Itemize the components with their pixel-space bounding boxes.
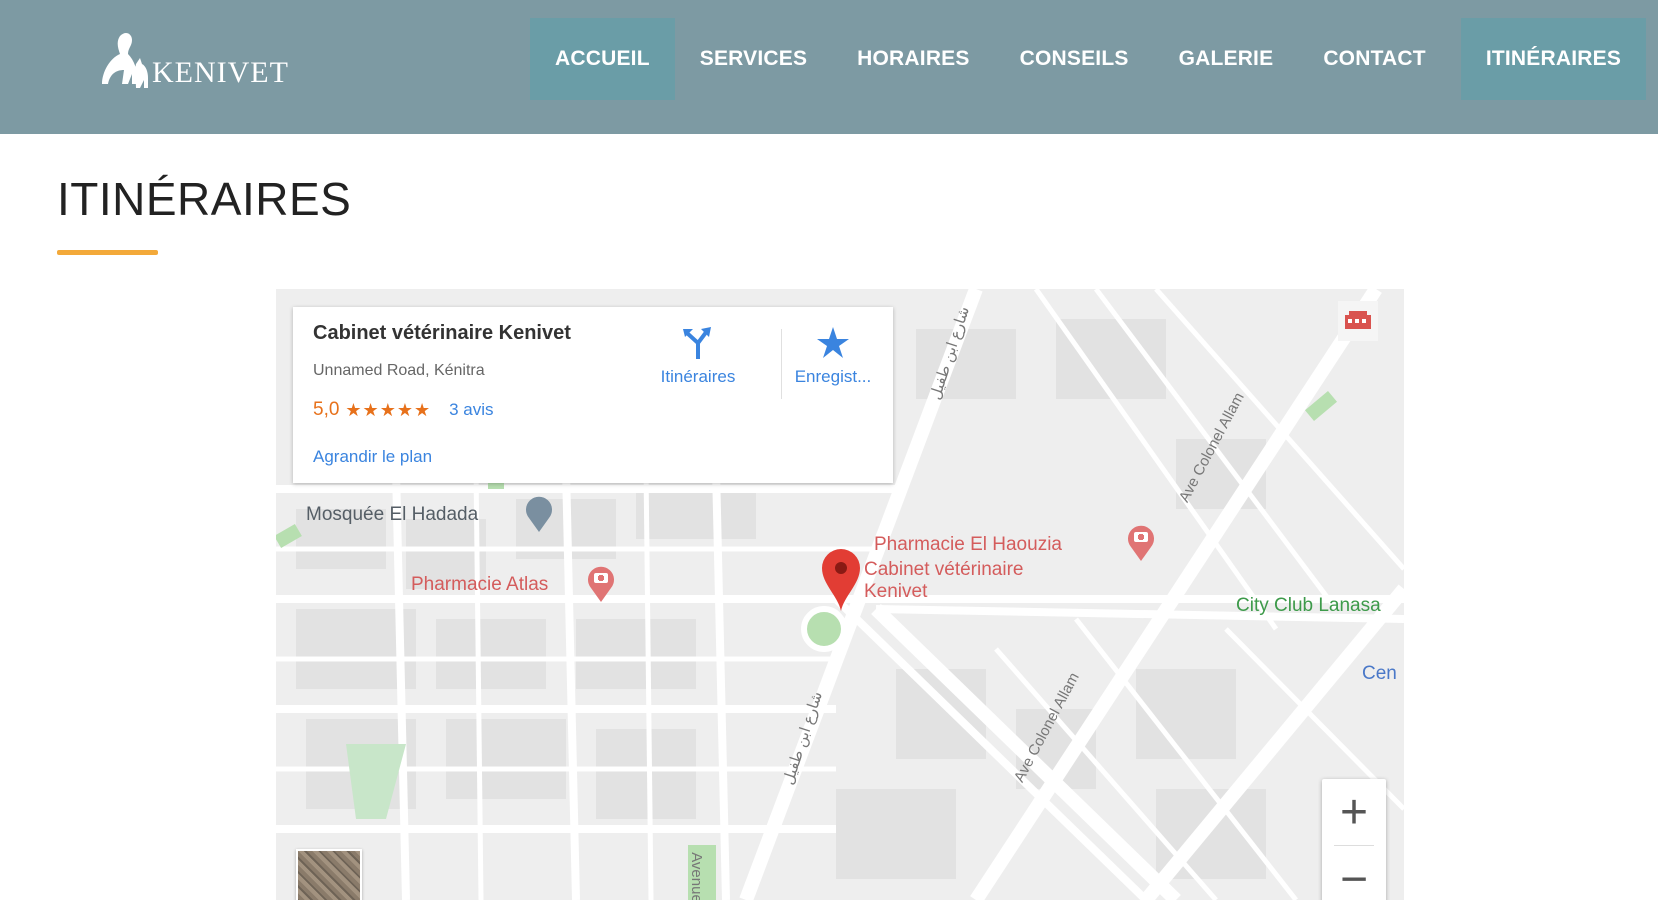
reviews-link[interactable]: 3 avis (449, 400, 493, 420)
rating-value: 5,0 (313, 399, 340, 420)
mosque-label[interactable]: Mosquée El Hadada (306, 504, 478, 526)
site-header: KENIVET ACCUEIL SERVICES HORAIRES CONSEI… (0, 0, 1658, 134)
title-underline (57, 250, 158, 255)
nav-contact[interactable]: CONTACT (1298, 18, 1451, 100)
main-nav: ACCUEIL SERVICES HORAIRES CONSEILS GALER… (530, 18, 1647, 100)
site-logo[interactable]: KENIVET (90, 30, 289, 94)
place-info-card: Cabinet vétérinaire Kenivet Unnamed Road… (293, 307, 893, 483)
zoom-out-button[interactable]: − (1322, 846, 1386, 900)
zoom-in-button[interactable]: + (1322, 779, 1386, 845)
nav-conseils[interactable]: CONSEILS (995, 18, 1154, 100)
nav-itineraires[interactable]: ITINÉRAIRES (1460, 18, 1647, 100)
cabinet-label-line1: Cabinet vétérinaire (864, 559, 1024, 580)
pharmacie-atlas-label[interactable]: Pharmacie Atlas (411, 574, 548, 596)
embedded-map[interactable]: Cabinet vétérinaire Kenivet Unnamed Road… (276, 289, 1404, 900)
save-button[interactable]: Enregist... (773, 325, 893, 387)
save-label: Enregist... (794, 367, 872, 386)
directions-icon (638, 325, 758, 361)
city-club-label[interactable]: City Club Lanasa (1236, 595, 1381, 617)
cabinet-map-label[interactable]: Cabinet vétérinaire Kenivet (864, 559, 1023, 603)
pharmacie-haouzia-label[interactable]: Pharmacie El Haouzia (874, 534, 1062, 556)
dog-cat-logo-icon (102, 33, 148, 88)
place-address: Unnamed Road, Kénitra (313, 362, 485, 379)
cabinet-label-line2: Kenivet (864, 581, 928, 602)
rating-row: 5,0 ★★★★★ 3 avis (313, 399, 494, 421)
nav-galerie[interactable]: GALERIE (1154, 18, 1299, 100)
satellite-view-toggle[interactable] (296, 849, 362, 900)
mosque-icon[interactable] (524, 494, 554, 539)
directions-label: Itinéraires (660, 367, 736, 386)
nav-horaires[interactable]: HORAIRES (832, 18, 994, 100)
rating-stars-icon: ★★★★★ (345, 399, 432, 420)
pharmacy-icon[interactable] (586, 564, 616, 609)
cen-label[interactable]: Cen (1362, 663, 1397, 685)
pharmacy-icon[interactable] (1126, 523, 1156, 568)
place-name: Cabinet vétérinaire Kenivet (313, 322, 571, 344)
star-icon (773, 325, 893, 361)
page-title: ITINÉRAIRES (57, 173, 352, 225)
nav-accueil[interactable]: ACCUEIL (530, 18, 675, 100)
logo-text: KENIVET (152, 56, 289, 89)
map-pin-icon[interactable] (820, 548, 862, 617)
fullscreen-icon[interactable] (1338, 301, 1378, 341)
directions-button[interactable]: Itinéraires (638, 325, 758, 387)
zoom-control: + − (1322, 779, 1386, 900)
enlarge-map-link[interactable]: Agrandir le plan (313, 447, 432, 467)
nav-services[interactable]: SERVICES (675, 18, 832, 100)
street-label-vertical: Avenue (687, 852, 705, 900)
